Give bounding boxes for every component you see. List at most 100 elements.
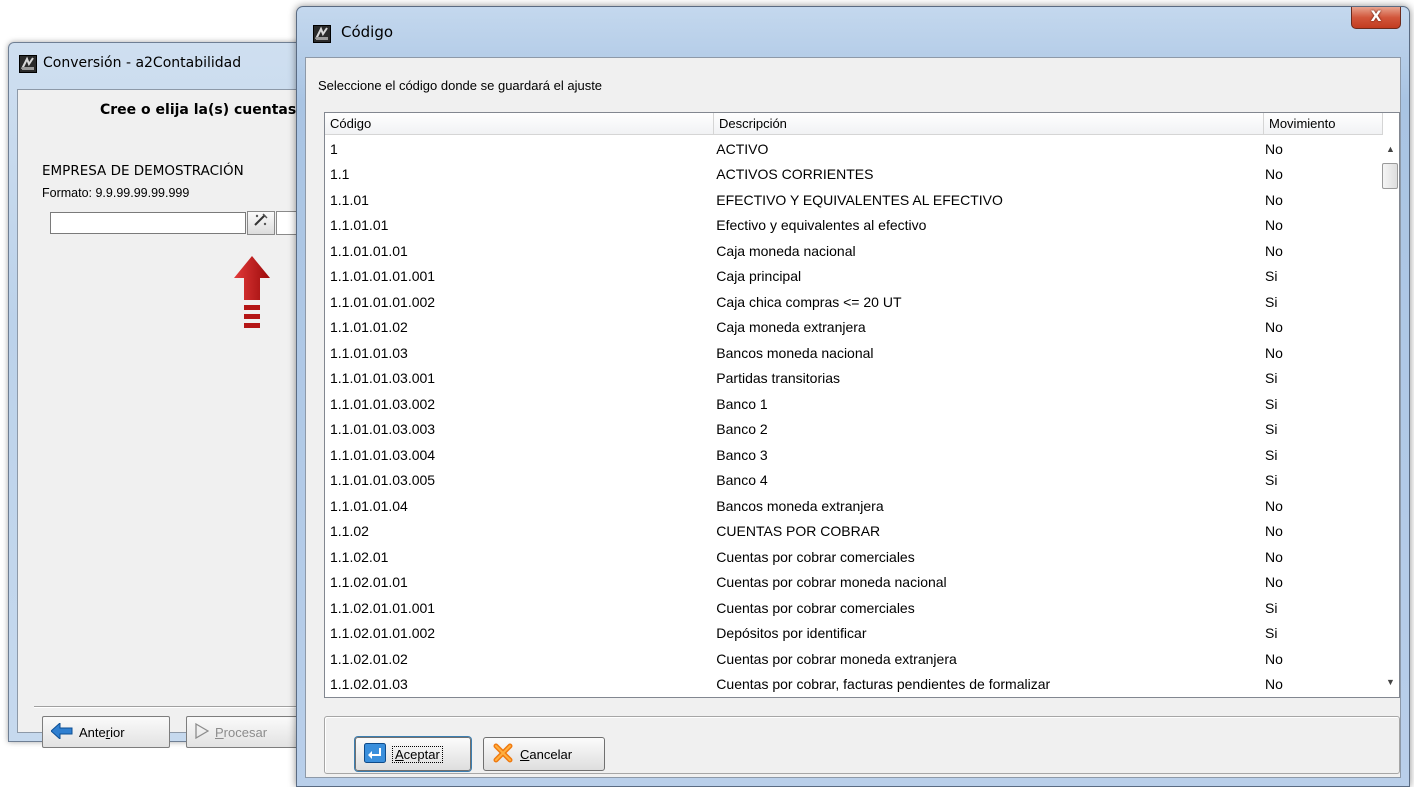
cell-movimiento: Si xyxy=(1265,421,1278,438)
cell-codigo: 1.1.02.01.01.001 xyxy=(330,599,436,616)
table-row[interactable]: 1.1.02.01.03 Cuentas por cobrar, facturas… xyxy=(325,672,1373,698)
format-label: Formato: 9.9.99.99.99.999 xyxy=(42,186,190,200)
table-row[interactable]: 1.1.01.01.01.001 Caja principal Si xyxy=(325,264,1373,290)
cell-descripcion: CUENTAS POR COBRAR xyxy=(716,523,881,540)
scroll-thumb[interactable] xyxy=(1382,163,1398,189)
cell-codigo: 1.1.02.01.03 xyxy=(330,676,408,693)
divider xyxy=(34,706,306,708)
cell-codigo: 1.1.01.01.03.004 xyxy=(330,446,436,463)
cell-movimiento: Si xyxy=(1265,293,1278,310)
cell-descripcion: Caja moneda nacional xyxy=(716,242,856,259)
cell-movimiento: No xyxy=(1265,650,1283,667)
cell-codigo: 1.1.02.01.02 xyxy=(330,650,408,667)
red-arrow-icon xyxy=(234,256,270,341)
cell-movimiento: Si xyxy=(1265,599,1278,616)
app-icon xyxy=(19,55,37,76)
scroll-up-icon[interactable]: ▲ xyxy=(1386,144,1395,154)
table-row[interactable]: 1.1.01.01.01 Caja moneda nacional No xyxy=(325,238,1373,264)
magic-wand-icon xyxy=(253,213,269,231)
table-row[interactable]: 1.1.01.01.03.005 Banco 4 Si xyxy=(325,468,1373,494)
codigo-dialog: Código X Seleccione el código donde se g… xyxy=(296,6,1410,787)
cell-movimiento: No xyxy=(1265,344,1283,361)
cell-movimiento: No xyxy=(1265,217,1283,234)
table-row[interactable]: 1.1.01.01.03.003 Banco 2 Si xyxy=(325,417,1373,443)
table-row[interactable]: 1.1.01.01.03 Bancos moneda nacional No xyxy=(325,340,1373,366)
table-row[interactable]: 1.1.02.01.02 Cuentas por cobrar moneda ex… xyxy=(325,646,1373,672)
cell-descripcion: Banco 4 xyxy=(716,472,768,489)
column-header-movimiento[interactable]: Movimiento xyxy=(1264,113,1383,135)
table-row[interactable]: 1.1.01.01.04 Bancos moneda extranjera No xyxy=(325,493,1373,519)
cell-codigo: 1.1.01.01 xyxy=(330,217,389,234)
cell-descripcion: Banco 2 xyxy=(716,421,768,438)
cell-codigo: 1.1.01.01.03.003 xyxy=(330,421,436,438)
accounts-grid[interactable]: Código Descripción Movimiento 1 ACTIVO No 1… xyxy=(324,112,1400,698)
close-button[interactable]: X xyxy=(1351,7,1401,29)
vertical-scrollbar[interactable]: ▲ ▼ xyxy=(1381,136,1399,697)
column-header-descripcion[interactable]: Descripción xyxy=(714,113,1264,135)
cell-descripcion: Partidas transitorias xyxy=(716,370,841,387)
grid-body: 1 ACTIVO No 1.1 ACTIVOS CORRIENTES No 1.1.01 EF… xyxy=(325,136,1373,697)
cell-descripcion: Caja chica compras <= 20 UT xyxy=(716,293,902,310)
search-code-button[interactable] xyxy=(247,211,275,235)
cell-descripcion: Depósitos por identificar xyxy=(716,625,867,642)
cell-movimiento: No xyxy=(1265,191,1283,208)
cell-movimiento: No xyxy=(1265,140,1283,157)
cell-movimiento: No xyxy=(1265,319,1283,336)
cell-movimiento: No xyxy=(1265,242,1283,259)
cell-codigo: 1.1.01.01.02 xyxy=(330,319,408,336)
conversion-window: Conversión - a2Contabilidad Cree o elija… xyxy=(8,42,318,748)
conversion-titlebar[interactable]: Conversión - a2Contabilidad xyxy=(9,43,307,85)
cell-movimiento: No xyxy=(1265,574,1283,591)
cell-movimiento: No xyxy=(1265,676,1283,693)
column-header-codigo[interactable]: Código xyxy=(325,113,714,135)
table-row[interactable]: 1.1.01.01.01.002 Caja chica compras <= 20… xyxy=(325,289,1373,315)
cell-descripcion: EFECTIVO Y EQUIVALENTES AL EFECTIVO xyxy=(716,191,1003,208)
cell-codigo: 1.1 xyxy=(330,166,350,183)
dialog-titlebar[interactable]: Código X xyxy=(297,7,1409,57)
table-row[interactable]: 1.1.01.01 Efectivo y equivalentes al efec… xyxy=(325,213,1373,239)
table-row[interactable]: 1.1.02.01.01 Cuentas por cobrar moneda na… xyxy=(325,570,1373,596)
cell-descripcion: Efectivo y equivalentes al efectivo xyxy=(716,217,927,234)
cancel-button[interactable]: Cancelar xyxy=(483,737,605,771)
cell-codigo: 1.1.01.01.01.002 xyxy=(330,293,436,310)
play-icon xyxy=(195,722,210,742)
table-row[interactable]: 1.1.02.01.01.002 Depósitos por identifica… xyxy=(325,621,1373,647)
scroll-down-icon[interactable]: ▼ xyxy=(1386,677,1395,687)
table-row[interactable]: 1.1.02.01.01.001 Cuentas por cobrar comer… xyxy=(325,595,1373,621)
table-row[interactable]: 1.1.01.01.02 Caja moneda extranjera No xyxy=(325,315,1373,341)
cell-descripcion: Caja moneda extranjera xyxy=(716,319,866,336)
table-row[interactable]: 1.1.01.01.03.002 Banco 1 Si xyxy=(325,391,1373,417)
accept-button[interactable]: Aceptar xyxy=(355,737,471,771)
cell-movimiento: No xyxy=(1265,497,1283,514)
cell-movimiento: Si xyxy=(1265,625,1278,642)
window-title: Conversión - a2Contabilidad xyxy=(43,55,242,71)
account-code-input[interactable] xyxy=(50,212,246,234)
table-row[interactable]: 1.1.02.01 Cuentas por cobrar comerciales N… xyxy=(325,544,1373,570)
cell-codigo: 1.1.01.01.04 xyxy=(330,497,408,514)
cell-descripcion: Cuentas por cobrar, facturas pendientes … xyxy=(716,676,1051,693)
table-row[interactable]: 1.1 ACTIVOS CORRIENTES No xyxy=(325,162,1373,188)
cell-codigo: 1.1.01.01.03.005 xyxy=(330,472,436,489)
cell-codigo: 1.1.02.01.01 xyxy=(330,574,408,591)
app-icon xyxy=(313,25,331,46)
process-label: Procesar xyxy=(215,724,268,740)
cell-descripcion: Cuentas por cobrar moneda extranjera xyxy=(716,650,957,667)
cell-movimiento: No xyxy=(1265,548,1283,565)
page-heading: Cree o elija la(s) cuentas xyxy=(100,102,297,118)
cell-descripcion: Bancos moneda nacional xyxy=(716,344,874,361)
close-icon: X xyxy=(1370,9,1382,25)
table-row[interactable]: 1.1.01.01.03.004 Banco 3 Si xyxy=(325,442,1373,468)
dialog-client: Seleccione el código donde se guardará e… xyxy=(305,57,1401,778)
cell-movimiento: Si xyxy=(1265,395,1278,412)
conversion-client: Cree o elija la(s) cuentas EMPRESA DE DE… xyxy=(17,89,318,748)
table-row[interactable]: 1 ACTIVO No xyxy=(325,136,1373,162)
table-row[interactable]: 1.1.01.01.03.001 Partidas transitorias Si xyxy=(325,366,1373,392)
table-row[interactable]: 1.1.02 CUENTAS POR COBRAR No xyxy=(325,519,1373,545)
cell-codigo: 1.1.01.01.03.001 xyxy=(330,370,436,387)
accept-label: Aceptar xyxy=(392,745,443,763)
previous-button[interactable]: Anterior xyxy=(42,716,170,748)
cancel-label: Cancelar xyxy=(520,746,573,762)
cell-codigo: 1.1.02.01 xyxy=(330,548,389,565)
table-row[interactable]: 1.1.01 EFECTIVO Y EQUIVALENTES AL EFECTIV… xyxy=(325,187,1373,213)
cell-movimiento: No xyxy=(1265,166,1283,183)
